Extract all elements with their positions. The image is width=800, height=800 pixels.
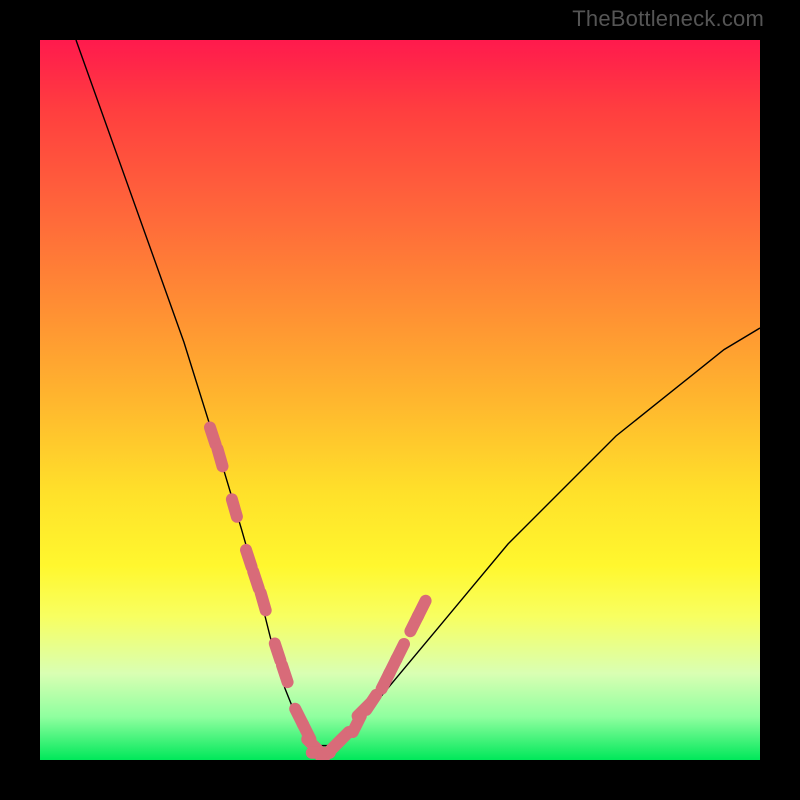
bottleneck-curve [76, 40, 760, 746]
data-point [232, 499, 237, 516]
data-point [396, 644, 404, 660]
data-point [336, 732, 349, 745]
data-point [246, 550, 252, 567]
chart-svg [40, 40, 760, 760]
sample-data-points [210, 428, 426, 760]
watermark-text: TheBottleneck.com [572, 6, 764, 32]
data-point [366, 695, 376, 710]
data-point [418, 601, 426, 617]
data-point [210, 428, 216, 445]
chart-container: TheBottleneck.com [0, 0, 800, 800]
data-point [261, 593, 266, 610]
data-point [253, 572, 259, 589]
data-point [282, 665, 288, 682]
data-point [218, 449, 223, 466]
data-point [275, 644, 281, 661]
